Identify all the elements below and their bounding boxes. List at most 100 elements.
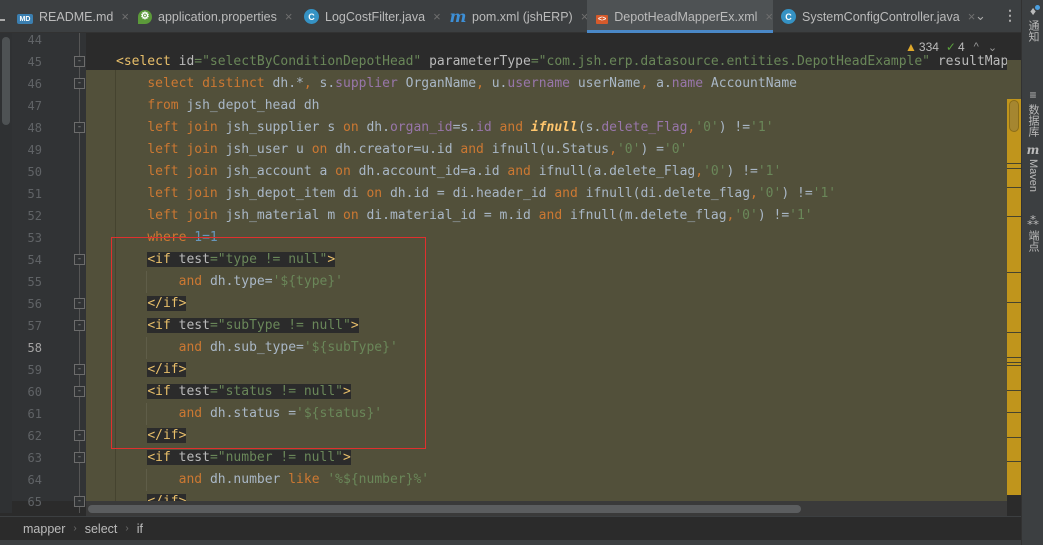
more-vertical-icon[interactable]: ⋮ <box>1003 7 1017 24</box>
code-token: , <box>640 76 657 91</box>
xml-tag: </if> <box>147 494 187 501</box>
fold-marker-icon[interactable]: - <box>74 298 85 309</box>
fold-marker-icon[interactable]: - <box>74 386 85 397</box>
line-number[interactable]: 60 <box>20 381 42 403</box>
code-token: resultMap <box>937 54 1007 69</box>
tab-depotheadmapperex[interactable]: <> DepotHeadMapperEx.xml × <box>587 0 773 33</box>
fold-marker-icon[interactable]: - <box>74 452 85 463</box>
tab-application-properties[interactable]: ⚙ application.properties × <box>138 0 292 33</box>
inspection-widget[interactable]: ▲ 334 ✓ 4 ^ ⌄ <box>905 40 998 54</box>
breadcrumb-item-if[interactable]: if <box>137 522 143 536</box>
tool-endpoints[interactable]: ⁂ 端点 <box>1022 214 1043 252</box>
breadcrumb-item-select[interactable]: select <box>85 522 118 536</box>
code-token: userName <box>570 76 641 91</box>
line-number[interactable]: 50 <box>20 161 42 183</box>
warning-count: 334 <box>918 40 939 54</box>
line-number[interactable]: 51 <box>20 183 42 205</box>
code-line[interactable]: left join jsh_material m on di.material_… <box>116 205 813 227</box>
fold-marker-icon[interactable]: - <box>74 78 85 89</box>
line-number[interactable]: 65 <box>20 491 42 513</box>
code-line[interactable]: left join jsh_account a on dh.account_id… <box>116 161 781 183</box>
line-number[interactable]: 62 <box>20 425 42 447</box>
line-number[interactable]: 56 <box>20 293 42 315</box>
line-number[interactable]: 47 <box>20 95 42 117</box>
fold-marker-icon[interactable]: - <box>74 430 85 441</box>
line-number[interactable]: 54 <box>20 249 42 271</box>
fold-marker-icon[interactable]: - <box>74 254 85 265</box>
code-line[interactable]: <select id="selectByConditionDepotHead" … <box>116 51 1007 73</box>
fold-marker-icon[interactable]: - <box>74 496 85 507</box>
line-number[interactable]: 59 <box>20 359 42 381</box>
error-stripe-top <box>1007 60 1021 99</box>
code-token: '0' <box>663 142 688 157</box>
code-line[interactable]: select distinct dh.*, s.supplier OrganNa… <box>116 73 797 95</box>
right-tool-window-bar: ♦ 通知 ≡ 数据库 m Maven ⁂ 端点 <box>1021 0 1043 545</box>
code-token: and <box>507 164 539 179</box>
horizontal-scrollbar-thumb[interactable] <box>88 505 801 513</box>
line-number[interactable]: 48 <box>20 117 42 139</box>
code-token: id <box>476 120 492 135</box>
code-token: from <box>147 98 187 113</box>
tool-maven[interactable]: m Maven <box>1022 143 1043 192</box>
line-number[interactable]: 44 <box>20 29 42 51</box>
code-token: <select <box>116 54 179 69</box>
line-number[interactable]: 49 <box>20 139 42 161</box>
next-highlight-button[interactable]: ⌄ <box>988 41 997 54</box>
tab-label: application.properties <box>158 9 277 24</box>
code-line[interactable]: <if test="number != null"> <box>116 447 351 469</box>
line-number[interactable]: 64 <box>20 469 42 491</box>
close-icon[interactable]: × <box>765 9 773 24</box>
line-number[interactable]: 53 <box>20 227 42 249</box>
breadcrumb-item-mapper[interactable]: mapper <box>23 522 65 536</box>
xml-file-icon: <> <box>596 15 609 24</box>
tool-database[interactable]: ≡ 数据库 <box>1022 88 1043 137</box>
code-token: ="com.jsh.erp.datasource.entities.DepotH… <box>530 54 938 69</box>
fold-marker-icon[interactable]: - <box>74 122 85 133</box>
fold-marker-icon[interactable]: - <box>74 364 85 375</box>
code-token: '0' <box>703 164 727 179</box>
close-icon[interactable]: × <box>285 9 293 24</box>
error-stripe-thumb[interactable] <box>1009 100 1019 132</box>
line-number[interactable]: 58 <box>20 337 42 359</box>
indent-guide <box>146 469 147 491</box>
line-number[interactable]: 63 <box>20 447 42 469</box>
tool-notifications[interactable]: ♦ 通知 <box>1022 4 1043 42</box>
code-token: dh.* <box>272 76 304 91</box>
code-line[interactable]: from jsh_depot_head dh <box>116 95 319 117</box>
code-line[interactable]: left join jsh_user u on dh.creator=u.id … <box>116 139 687 161</box>
vertical-scrollbar[interactable] <box>2 37 10 125</box>
code-token: di.material_id = m.id <box>366 208 539 223</box>
code-token: , <box>476 76 492 91</box>
code-token: '1' <box>789 208 813 223</box>
line-number[interactable]: 46 <box>20 73 42 95</box>
tab-pom-xml[interactable]: m pom.xml (jshERP) × <box>450 0 589 33</box>
fold-marker-icon[interactable]: - <box>74 56 85 67</box>
close-icon[interactable]: × <box>121 9 129 24</box>
line-number[interactable]: 55 <box>20 271 42 293</box>
tab-systemconfigcontroller[interactable]: C SystemConfigController.java × <box>781 0 975 33</box>
code-line[interactable]: </if> <box>116 491 187 501</box>
close-icon[interactable]: × <box>433 9 441 24</box>
tool-label: 数据库 <box>1027 104 1039 137</box>
error-stripe[interactable] <box>1007 99 1021 495</box>
code-token: left join <box>147 120 226 135</box>
line-number[interactable]: 52 <box>20 205 42 227</box>
chevron-down-icon[interactable]: ⌄ <box>975 8 986 24</box>
code-line[interactable]: left join jsh_depot_item di on dh.id = d… <box>116 183 836 205</box>
tab-logcostfilter[interactable]: C LogCostFilter.java × <box>304 0 441 33</box>
code-line[interactable]: left join jsh_supplier s on dh.organ_id=… <box>116 117 773 139</box>
line-number[interactable]: 57 <box>20 315 42 337</box>
code-token: like <box>288 472 328 487</box>
code-token: <if <box>147 450 179 465</box>
code-token: (s. <box>577 120 602 135</box>
code-line[interactable]: and dh.number like '%${number}%' <box>116 469 429 491</box>
line-number[interactable]: 45 <box>20 51 42 73</box>
code-token: a. <box>656 76 672 91</box>
code-token: =s. <box>452 120 477 135</box>
line-number[interactable]: 61 <box>20 403 42 425</box>
fold-marker-icon[interactable]: - <box>74 320 85 331</box>
previous-highlight-button[interactable]: ^ <box>974 41 979 53</box>
java-class-icon: C <box>304 9 319 24</box>
